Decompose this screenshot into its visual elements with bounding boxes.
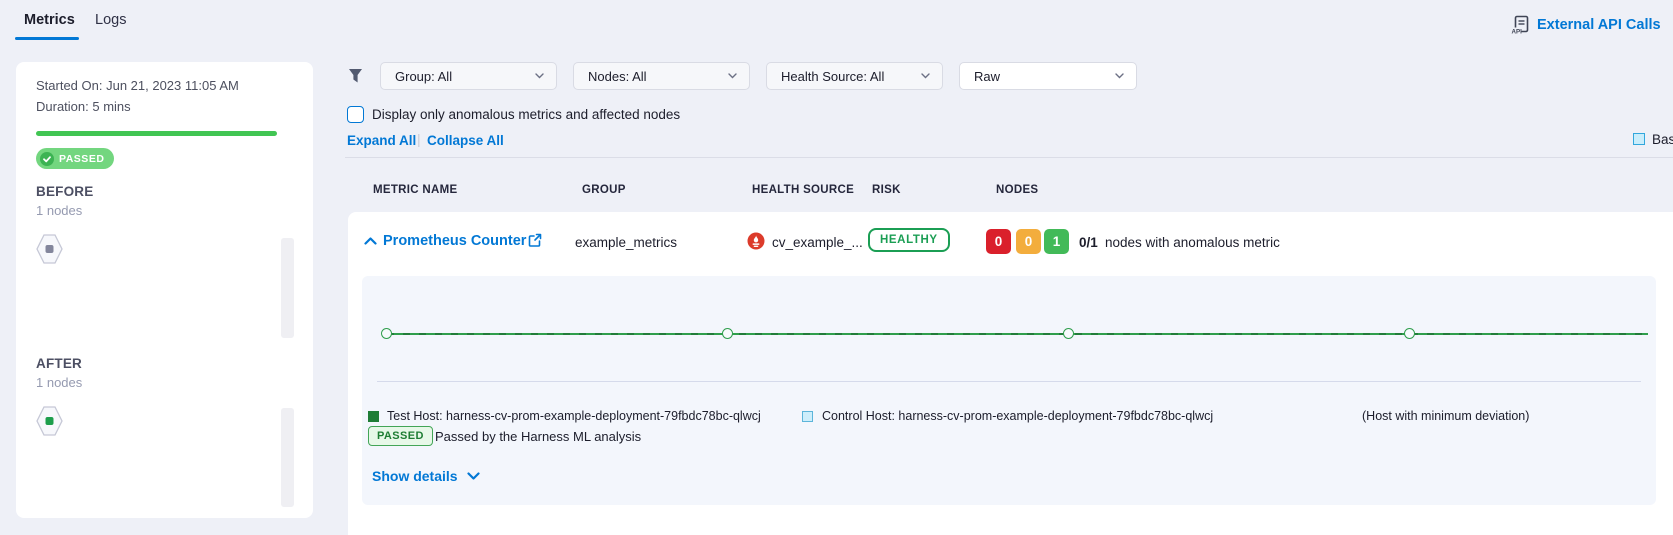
column-header-group: GROUP (582, 184, 626, 196)
anomalous-only-label: Display only anomalous metrics and affec… (372, 107, 680, 122)
risk-badge-healthy: HEALTHY (868, 228, 950, 252)
after-node-hexagon[interactable] (36, 406, 63, 436)
metric-name-link[interactable]: Prometheus Counter (383, 233, 526, 249)
chevron-down-icon (1115, 73, 1124, 79)
timeline-marker-1[interactable] (381, 328, 392, 339)
chevron-down-icon (535, 73, 544, 79)
timeline-marker-3[interactable] (1063, 328, 1074, 339)
external-api-calls-link[interactable]: API External API Calls (1511, 15, 1661, 35)
expand-all-link[interactable]: Expand All (347, 133, 416, 148)
baseline-legend-checkbox[interactable] (1633, 133, 1645, 145)
column-header-health-source: HEALTH SOURCE (752, 184, 854, 196)
control-host-legend-note: (Host with minimum deviation) (1362, 409, 1529, 423)
tab-metrics[interactable]: Metrics (24, 12, 75, 28)
analysis-status-badge: PASSED (368, 426, 433, 446)
node-summary-text: nodes with anomalous metric (1105, 235, 1280, 250)
chevron-down-icon (921, 73, 930, 79)
metric-group-value: example_metrics (575, 235, 677, 250)
node-summary-ratio: 0/1 (1079, 235, 1098, 250)
analysis-status-text: Passed by the Harness ML analysis (435, 429, 641, 444)
verification-page: Metrics Logs API External API Calls Star… (0, 0, 1673, 535)
after-node-count: 1 nodes (36, 375, 82, 390)
health-source-filter-dropdown[interactable]: Health Source: All (766, 62, 943, 90)
show-details-label: Show details (372, 468, 458, 484)
after-heading: AFTER (36, 356, 82, 371)
before-heading: BEFORE (36, 184, 93, 199)
baseline-legend-label: Base (1652, 132, 1673, 147)
health-source-filter-value: Health Source: All (781, 69, 884, 84)
show-details-link[interactable]: Show details (372, 468, 480, 484)
group-filter-dropdown[interactable]: Group: All (380, 62, 557, 90)
status-badge-label: PASSED (59, 153, 104, 165)
before-node-hexagon[interactable] (36, 234, 63, 264)
anomalous-only-checkbox[interactable] (347, 106, 364, 123)
timeline-line-dashes (387, 333, 1648, 335)
tab-logs[interactable]: Logs (95, 12, 126, 28)
check-circle-icon (40, 152, 54, 166)
metric-detail-panel: Test Host: harness-cv-prom-example-deplo… (362, 276, 1656, 505)
duration-label: Duration: 5 mins (36, 99, 131, 114)
link-separator: | (417, 131, 421, 147)
anomalous-node-count-box: 0 (986, 229, 1011, 254)
chevron-down-icon (467, 472, 480, 480)
chevron-down-icon (728, 73, 737, 79)
filter-icon (348, 68, 363, 84)
started-on-label: Started On: Jun 21, 2023 11:05 AM (36, 78, 239, 93)
control-host-legend-label: Control Host: harness-cv-prom-example-de… (822, 409, 1213, 423)
progress-bar (36, 131, 277, 136)
after-list-scrollbar[interactable] (281, 408, 294, 507)
data-type-value: Raw (974, 69, 1000, 84)
tab-metrics-underline (15, 37, 79, 40)
prometheus-icon (747, 232, 765, 250)
healthy-node-count-box: 1 (1044, 229, 1069, 254)
execution-summary-card: Started On: Jun 21, 2023 11:05 AM Durati… (16, 62, 313, 518)
column-header-risk: RISK (872, 184, 901, 196)
health-source-value: cv_example_... (772, 235, 863, 250)
collapse-row-chevron-up-icon[interactable] (364, 237, 377, 245)
status-badge: PASSED (36, 148, 114, 169)
timeline-marker-4[interactable] (1404, 328, 1415, 339)
api-document-icon: API (1511, 15, 1530, 35)
chart-baseline-divider (377, 381, 1641, 382)
group-filter-value: Group: All (395, 69, 452, 84)
test-host-legend-label: Test Host: harness-cv-prom-example-deplo… (387, 409, 761, 423)
external-api-calls-label: External API Calls (1537, 17, 1661, 33)
collapse-all-link[interactable]: Collapse All (427, 133, 504, 148)
svg-text:API: API (1512, 29, 1523, 36)
metric-row-card: Prometheus Counter example_metrics cv_ex… (348, 212, 1673, 535)
nodes-filter-value: Nodes: All (588, 69, 647, 84)
warning-node-count-box: 0 (1016, 229, 1041, 254)
data-type-dropdown[interactable]: Raw (959, 62, 1137, 90)
column-header-nodes: NODES (996, 184, 1038, 196)
filter-divider (345, 157, 1673, 158)
timeline-marker-2[interactable] (722, 328, 733, 339)
control-host-legend-swatch (802, 411, 813, 422)
before-node-count: 1 nodes (36, 203, 82, 218)
test-host-legend-swatch (368, 411, 379, 422)
column-header-metric-name: METRIC NAME (373, 184, 457, 196)
before-list-scrollbar[interactable] (281, 238, 294, 338)
external-link-icon[interactable] (528, 233, 542, 247)
nodes-filter-dropdown[interactable]: Nodes: All (573, 62, 750, 90)
